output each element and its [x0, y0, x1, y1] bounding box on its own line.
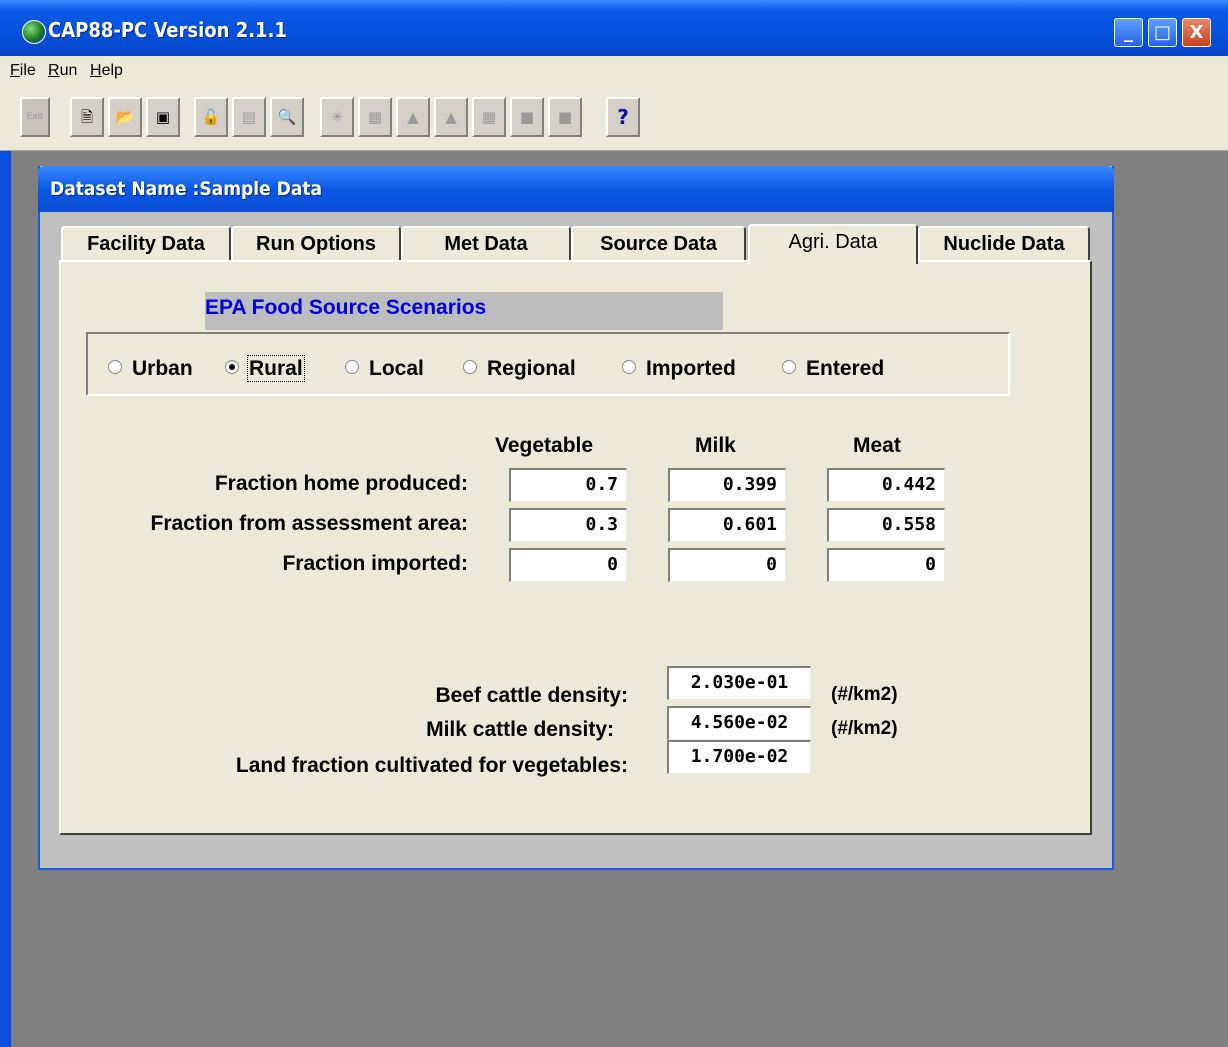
- state-map-icon[interactable]: ■: [510, 97, 544, 137]
- report-icon[interactable]: ▤: [232, 97, 266, 137]
- label-milk-cattle-density: Milk cattle density:: [426, 718, 614, 741]
- menu-file-label: ile: [19, 62, 36, 79]
- scenario-group: Urban Rural Local Regional Imported Ente…: [86, 332, 1010, 396]
- menu-file[interactable]: File: [10, 62, 36, 80]
- radio-local-label: Local: [369, 357, 424, 380]
- maximize-button[interactable]: □: [1148, 18, 1177, 47]
- menu-run-mnemonic: R: [48, 62, 60, 79]
- open-unlocked-icon[interactable]: 🔓: [194, 97, 228, 137]
- label-fraction-assessment-area: Fraction from assessment area:: [150, 512, 468, 535]
- radio-imported[interactable]: Imported: [622, 357, 736, 381]
- menu-run[interactable]: Run: [48, 62, 77, 80]
- column-header-milk: Milk: [695, 434, 736, 457]
- state-map2-icon[interactable]: ■: [548, 97, 582, 137]
- menu-file-mnemonic: F: [10, 62, 20, 79]
- radio-regional-label: Regional: [487, 357, 576, 380]
- vegetable-assessment-area-field[interactable]: 0.3: [509, 508, 627, 542]
- toolbar: Exit 🗎 📂 ▣ 🔓 ▤ 🔍 ✳ ▦ ▲ ▲ ▦ ■ ■ ?: [0, 86, 1228, 151]
- vegetable-imported-field[interactable]: 0: [509, 548, 627, 582]
- agri-data-panel: EPA Food Source Scenarios Urban Rural Lo…: [59, 260, 1092, 835]
- menu-run-label: un: [59, 62, 78, 79]
- close-icon: X: [1189, 22, 1204, 43]
- properties-icon[interactable]: ▦: [358, 97, 392, 137]
- column-header-vegetable: Vegetable: [495, 434, 594, 457]
- open-folder-icon[interactable]: 📂: [108, 97, 142, 137]
- unit-beef-cattle-density: (#/km2): [831, 684, 898, 705]
- dialog-title-bar[interactable]: Dataset Name :Sample Data: [38, 166, 1114, 212]
- tab-agri-data[interactable]: Agri. Data: [748, 224, 918, 264]
- window-border: [0, 0, 11, 1047]
- menu-help-label: elp: [101, 62, 123, 79]
- unit-milk-cattle-density: (#/km2): [831, 718, 898, 739]
- radio-rural-circle: [225, 360, 239, 375]
- meat-imported-field[interactable]: 0: [827, 548, 945, 582]
- beef-cattle-density-field[interactable]: 2.030e-01: [667, 666, 811, 700]
- radio-imported-label: Imported: [646, 357, 736, 380]
- land-fraction-vegetables-field[interactable]: 1.700e-02: [667, 740, 811, 774]
- meat-assessment-area-field[interactable]: 0.558: [827, 508, 945, 542]
- title-bar[interactable]: CAP88-PC Version 2.1.1 _ □ X: [0, 0, 1228, 56]
- help-button[interactable]: ?: [606, 97, 640, 137]
- minimize-button[interactable]: _: [1114, 18, 1143, 47]
- radio-regional-circle: [463, 360, 477, 375]
- radio-entered-label: Entered: [806, 357, 885, 380]
- label-land-fraction-vegetables: Land fraction cultivated for vegetables:: [235, 754, 628, 777]
- radio-rural-label: Rural: [247, 355, 305, 382]
- tab-facility-data[interactable]: Facility Data: [61, 226, 231, 262]
- dataset-dialog: Dataset Name :Sample Data Facility Data …: [38, 166, 1114, 870]
- tab-nuclide-data[interactable]: Nuclide Data: [918, 226, 1090, 262]
- radio-local-circle: [345, 360, 359, 375]
- radio-local[interactable]: Local: [345, 357, 424, 381]
- app-window: CAP88-PC Version 2.1.1 _ □ X File Run He…: [0, 0, 1228, 1047]
- maximize-icon: □: [1153, 22, 1171, 43]
- menu-bar: File Run Help: [0, 56, 1228, 86]
- radio-imported-circle: [622, 360, 636, 375]
- map2-icon[interactable]: ▲: [434, 97, 468, 137]
- radio-regional[interactable]: Regional: [463, 357, 576, 381]
- radio-urban-label: Urban: [132, 357, 193, 380]
- scenario-heading: EPA Food Source Scenarios: [205, 296, 487, 319]
- globe-icon: [22, 20, 46, 44]
- label-fraction-home-produced: Fraction home produced:: [214, 472, 468, 495]
- close-button[interactable]: X: [1182, 18, 1211, 47]
- milk-imported-field[interactable]: 0: [668, 548, 786, 582]
- milk-assessment-area-field[interactable]: 0.601: [668, 508, 786, 542]
- tab-met-data[interactable]: Met Data: [401, 226, 571, 262]
- menu-help-mnemonic: H: [90, 62, 102, 79]
- radio-entered[interactable]: Entered: [782, 357, 884, 381]
- milk-cattle-density-field[interactable]: 4.560e-02: [667, 706, 811, 740]
- radio-urban[interactable]: Urban: [108, 357, 193, 381]
- tab-source-data[interactable]: Source Data: [571, 226, 746, 262]
- meat-home-produced-field[interactable]: 0.442: [827, 468, 945, 502]
- map-icon[interactable]: ▲: [396, 97, 430, 137]
- print-preview-icon[interactable]: 🔍: [270, 97, 304, 137]
- label-beef-cattle-density: Beef cattle density:: [435, 684, 628, 707]
- vegetable-home-produced-field[interactable]: 0.7: [509, 468, 627, 502]
- tab-run-options[interactable]: Run Options: [231, 226, 401, 262]
- column-header-meat: Meat: [853, 434, 901, 457]
- minimize-icon: _: [1124, 22, 1133, 43]
- new-document-icon[interactable]: 🗎: [70, 97, 104, 137]
- scenario-heading-banner: EPA Food Source Scenarios: [205, 292, 723, 330]
- radio-entered-circle: [782, 360, 796, 375]
- exit-button[interactable]: Exit: [20, 97, 50, 137]
- window-title: CAP88-PC Version 2.1.1: [48, 18, 287, 42]
- dialog-title: Dataset Name :Sample Data: [50, 178, 323, 200]
- menu-help[interactable]: Help: [90, 62, 123, 80]
- radio-rural[interactable]: Rural: [225, 355, 305, 382]
- label-fraction-imported: Fraction imported:: [282, 552, 468, 575]
- explode-icon[interactable]: ✳: [320, 97, 354, 137]
- milk-home-produced-field[interactable]: 0.399: [668, 468, 786, 502]
- radio-urban-circle: [108, 360, 122, 375]
- properties2-icon[interactable]: ▦: [472, 97, 506, 137]
- save-disk-icon[interactable]: ▣: [146, 97, 180, 137]
